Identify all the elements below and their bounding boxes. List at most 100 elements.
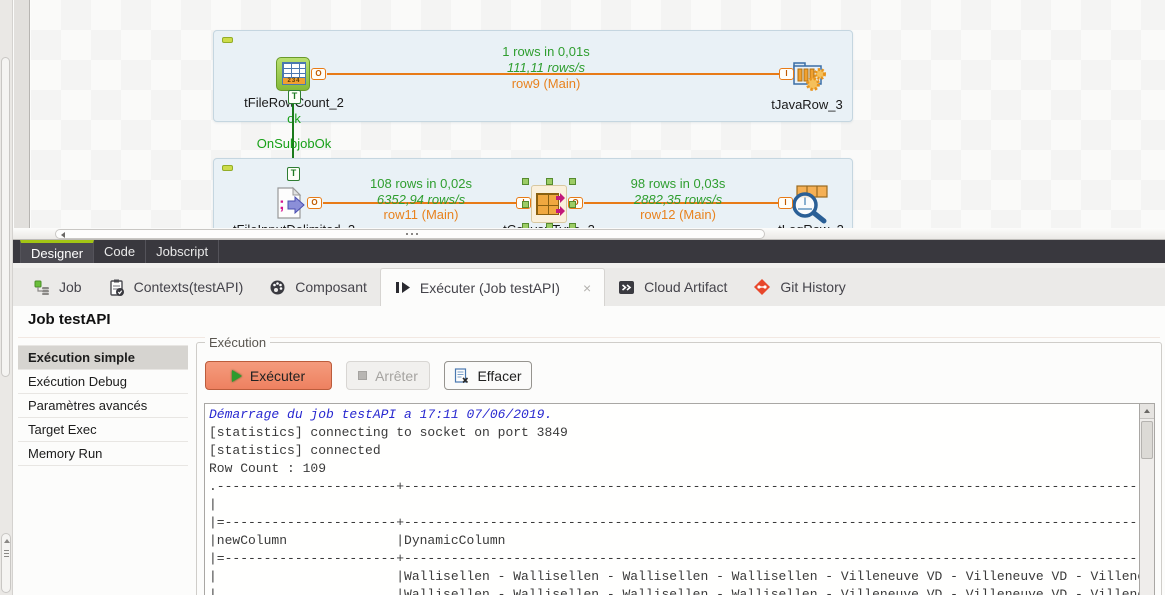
component-tjavarow[interactable] (790, 57, 828, 98)
git-history-icon (753, 278, 771, 296)
selection-handle[interactable] (569, 178, 576, 185)
run-sidebar-item[interactable]: Exécution simple (18, 346, 188, 370)
left-vertical-scrollbar[interactable] (1, 57, 10, 377)
component-name-label[interactable]: tJavaRow_3 (771, 97, 843, 112)
close-tab-icon[interactable]: × (583, 280, 591, 296)
selection-handle[interactable] (569, 201, 576, 208)
component-tlogrow[interactable] (787, 184, 831, 224)
tab-cloud-artifact[interactable]: Cloud Artifact (605, 268, 740, 306)
component-tfilerowcount[interactable]: 234 (276, 57, 310, 91)
title-divider (18, 337, 1160, 338)
stop-icon (358, 371, 367, 380)
console-line: |=----------------------+---------------… (209, 550, 1139, 568)
page-title: Job testAPI (28, 311, 111, 328)
talend-studio-window: 234 O I 1 rows in 0,01s 111,11 rows/s (0, 0, 1165, 595)
trigger-port-badge[interactable]: T (287, 167, 300, 181)
console-line: .-----------------------+---------------… (209, 478, 1139, 496)
up-arrow-icon (4, 539, 10, 543)
execution-group-label: Exécution (205, 335, 270, 350)
flow-stats-label: 1 rows in 0,01s (502, 44, 589, 59)
tab-run-job[interactable]: Exécuter (Job testAPI) × (380, 268, 605, 306)
run-sidebar-item[interactable]: Exécution Debug (18, 370, 188, 394)
selection-handle[interactable] (522, 178, 529, 185)
console-line: | |Wallisellen - Wallisellen - Wallisell… (209, 586, 1139, 595)
selection-handle[interactable] (546, 178, 553, 185)
subjob-1[interactable]: 234 O I 1 rows in 0,01s 111,11 rows/s (213, 30, 853, 122)
job-designer-canvas[interactable]: 234 O I 1 rows in 0,01s 111,11 rows/s (31, 0, 1165, 228)
clear-button-label: Effacer (477, 368, 521, 384)
tab-composant[interactable]: Composant (256, 268, 380, 306)
table-grid-icon (283, 63, 305, 78)
flow-name-label[interactable]: row12 (Main) (640, 207, 716, 222)
scroll-left-icon[interactable] (61, 232, 65, 238)
console-line: Démarrage du job testAPI a 17:11 07/06/2… (209, 406, 1139, 424)
scrollbar-thumb[interactable] (1141, 421, 1153, 459)
flow-name-label[interactable]: row9 (Main) (512, 76, 581, 91)
subjob-2[interactable]: T ; O I (213, 158, 853, 228)
tab-label: Job (59, 279, 82, 295)
selection-handle[interactable] (522, 223, 529, 228)
stop-button[interactable]: Arrêter (346, 361, 430, 390)
job-icon (34, 279, 50, 295)
canvas-sash[interactable] (13, 228, 1165, 240)
tab-label: Composant (295, 279, 367, 295)
console-line: [statistics] connecting to socket on por… (209, 424, 1139, 442)
tfilerowcount-icon: 234 (282, 62, 306, 85)
run-sidebar-item[interactable]: Paramètres avancés (18, 394, 188, 418)
trigger-port-badge[interactable]: T (288, 90, 301, 104)
view-tab[interactable]: Jobscript (146, 240, 219, 263)
flow-rate-label: 6352,94 rows/s (377, 192, 465, 207)
tab-git-history[interactable]: Git History (740, 268, 858, 306)
svg-text:;: ; (279, 194, 285, 213)
console-scrollbar[interactable] (1139, 403, 1155, 595)
flow-stats-label: 98 rows in 0,03s (631, 176, 726, 191)
output-port-badge[interactable]: O (307, 197, 322, 209)
run-button-label: Exécuter (250, 368, 305, 384)
tjavarow-icon (790, 57, 828, 93)
selection-handle[interactable] (522, 201, 529, 208)
input-port-badge[interactable]: I (779, 68, 794, 80)
selection-handle[interactable] (546, 223, 553, 228)
component-palette-icon (269, 279, 286, 296)
output-port-badge[interactable]: O (311, 68, 326, 80)
run-sidebar-item[interactable]: Target Exec (18, 418, 188, 442)
console-line: Row Count : 109 (209, 460, 1139, 478)
selection-handle[interactable] (569, 223, 576, 228)
collapse-subjob-icon[interactable] (222, 165, 233, 171)
sash-grip-icon[interactable] (406, 233, 408, 235)
canvas-horizontal-scrollbar[interactable] (55, 229, 765, 239)
tab-job[interactable]: Job (21, 268, 95, 306)
palette-collapsed-rail (14, 0, 30, 232)
execution-console[interactable]: Démarrage du job testAPI a 17:11 07/06/2… (204, 403, 1140, 595)
console-line: [statistics] connected (209, 442, 1139, 460)
editor-tabbar: Job Contexts(testAPI) Composant (13, 268, 1165, 306)
stop-button-label: Arrêter (375, 368, 418, 384)
view-tab[interactable]: Designer (20, 240, 94, 263)
play-icon (232, 370, 242, 382)
clear-button[interactable]: Effacer (444, 361, 532, 390)
flow-rate-label: 111,11 rows/s (507, 60, 585, 75)
flow-rate-label: 2882,35 rows/s (634, 192, 722, 207)
run-button[interactable]: Exécuter (205, 361, 332, 390)
view-tab[interactable]: Code (94, 240, 146, 263)
run-sidebar-item[interactable]: Memory Run (18, 442, 188, 466)
flow-name-label[interactable]: row11 (Main) (384, 207, 459, 222)
clear-document-icon (454, 368, 469, 384)
component-status-label: ok (287, 111, 301, 126)
run-icon (394, 279, 411, 296)
icon-digits: 234 (283, 78, 305, 84)
collapse-subjob-icon[interactable] (222, 37, 233, 43)
trigger-label[interactable]: OnSubjobOk (257, 136, 331, 151)
input-port-badge[interactable]: I (778, 197, 793, 209)
component-tfileinputdelimited[interactable]: ; (273, 185, 307, 226)
convert-arrows-icon (555, 192, 565, 218)
left-panel-restore-control[interactable] (1, 533, 11, 593)
console-line: | (209, 496, 1139, 514)
contexts-icon (108, 279, 125, 296)
run-view-content: Job testAPI Exécution simpleExécution De… (13, 306, 1165, 595)
tab-contexts[interactable]: Contexts(testAPI) (95, 268, 257, 306)
tab-label: Git History (780, 279, 845, 295)
component-tconverttype-selected[interactable] (525, 181, 573, 227)
scroll-up-icon[interactable] (1140, 404, 1154, 419)
flow-stats-label: 108 rows in 0,02s (370, 176, 472, 191)
